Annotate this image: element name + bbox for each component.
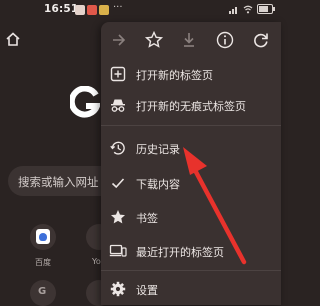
- menu-item-label: 最近打开的标签页: [136, 246, 224, 259]
- app-notification-icon-1: [75, 5, 85, 15]
- download-icon[interactable]: [179, 30, 199, 50]
- settings-icon: [110, 281, 126, 297]
- overflow-menu: 打开新的标签页 打开新的无痕式标签页 历史记录 下载内容 书签 最近打开的标签页…: [101, 22, 281, 305]
- star-icon[interactable]: [144, 30, 164, 50]
- menu-toolbar: [101, 22, 281, 58]
- signal-icon: [229, 6, 237, 14]
- shortcut-label: Yo: [92, 257, 101, 266]
- search-placeholder: 搜索或输入网址: [18, 175, 99, 189]
- menu-item-label: 书签: [136, 212, 158, 225]
- menu-item-downloads[interactable]: 下载内容: [101, 168, 281, 198]
- refresh-icon[interactable]: [251, 30, 271, 50]
- recent-tabs-icon: [109, 244, 127, 257]
- shortcut-label: 百度: [35, 258, 51, 267]
- baidu-icon: [36, 229, 50, 244]
- menu-divider: [101, 125, 281, 126]
- menu-divider: [101, 270, 281, 271]
- menu-item-new-tab[interactable]: 打开新的标签页: [101, 59, 281, 89]
- menu-item-settings[interactable]: 设置: [101, 274, 281, 304]
- status-bar: 16:51 ···: [0, 0, 281, 22]
- shortcut-letter: G: [38, 286, 47, 297]
- info-icon[interactable]: [215, 30, 235, 50]
- bookmarks-icon: [111, 210, 125, 224]
- status-time: 16:51: [44, 3, 79, 15]
- new-tab-icon: [110, 66, 126, 82]
- menu-item-bookmarks[interactable]: 书签: [101, 202, 281, 232]
- menu-item-recent-tabs[interactable]: 最近打开的标签页: [101, 236, 281, 266]
- status-right-icons: [229, 4, 275, 14]
- menu-item-label: 下载内容: [136, 178, 180, 191]
- app-notification-icon-3: [99, 5, 109, 15]
- menu-item-label: 打开新的无痕式标签页: [136, 100, 246, 113]
- wifi-icon: [243, 5, 253, 13]
- forward-icon[interactable]: [109, 30, 129, 50]
- shortcut-google[interactable]: G: [30, 280, 56, 306]
- home-icon[interactable]: [4, 30, 22, 48]
- menu-item-label: 历史记录: [136, 143, 180, 156]
- menu-item-label: 设置: [136, 284, 158, 297]
- google-logo-icon: [70, 86, 100, 118]
- downloads-icon: [111, 178, 125, 189]
- menu-item-label: 打开新的标签页: [136, 69, 213, 82]
- battery-icon: [257, 4, 275, 14]
- menu-item-incognito-tab[interactable]: 打开新的无痕式标签页: [101, 90, 281, 120]
- shortcut-baidu[interactable]: [30, 224, 56, 250]
- app-notification-icon-2: [87, 5, 97, 15]
- incognito-icon: [111, 99, 125, 112]
- history-icon: [110, 141, 125, 155]
- menu-item-history[interactable]: 历史记录: [101, 133, 281, 163]
- more-notifications-icon: ···: [113, 2, 123, 13]
